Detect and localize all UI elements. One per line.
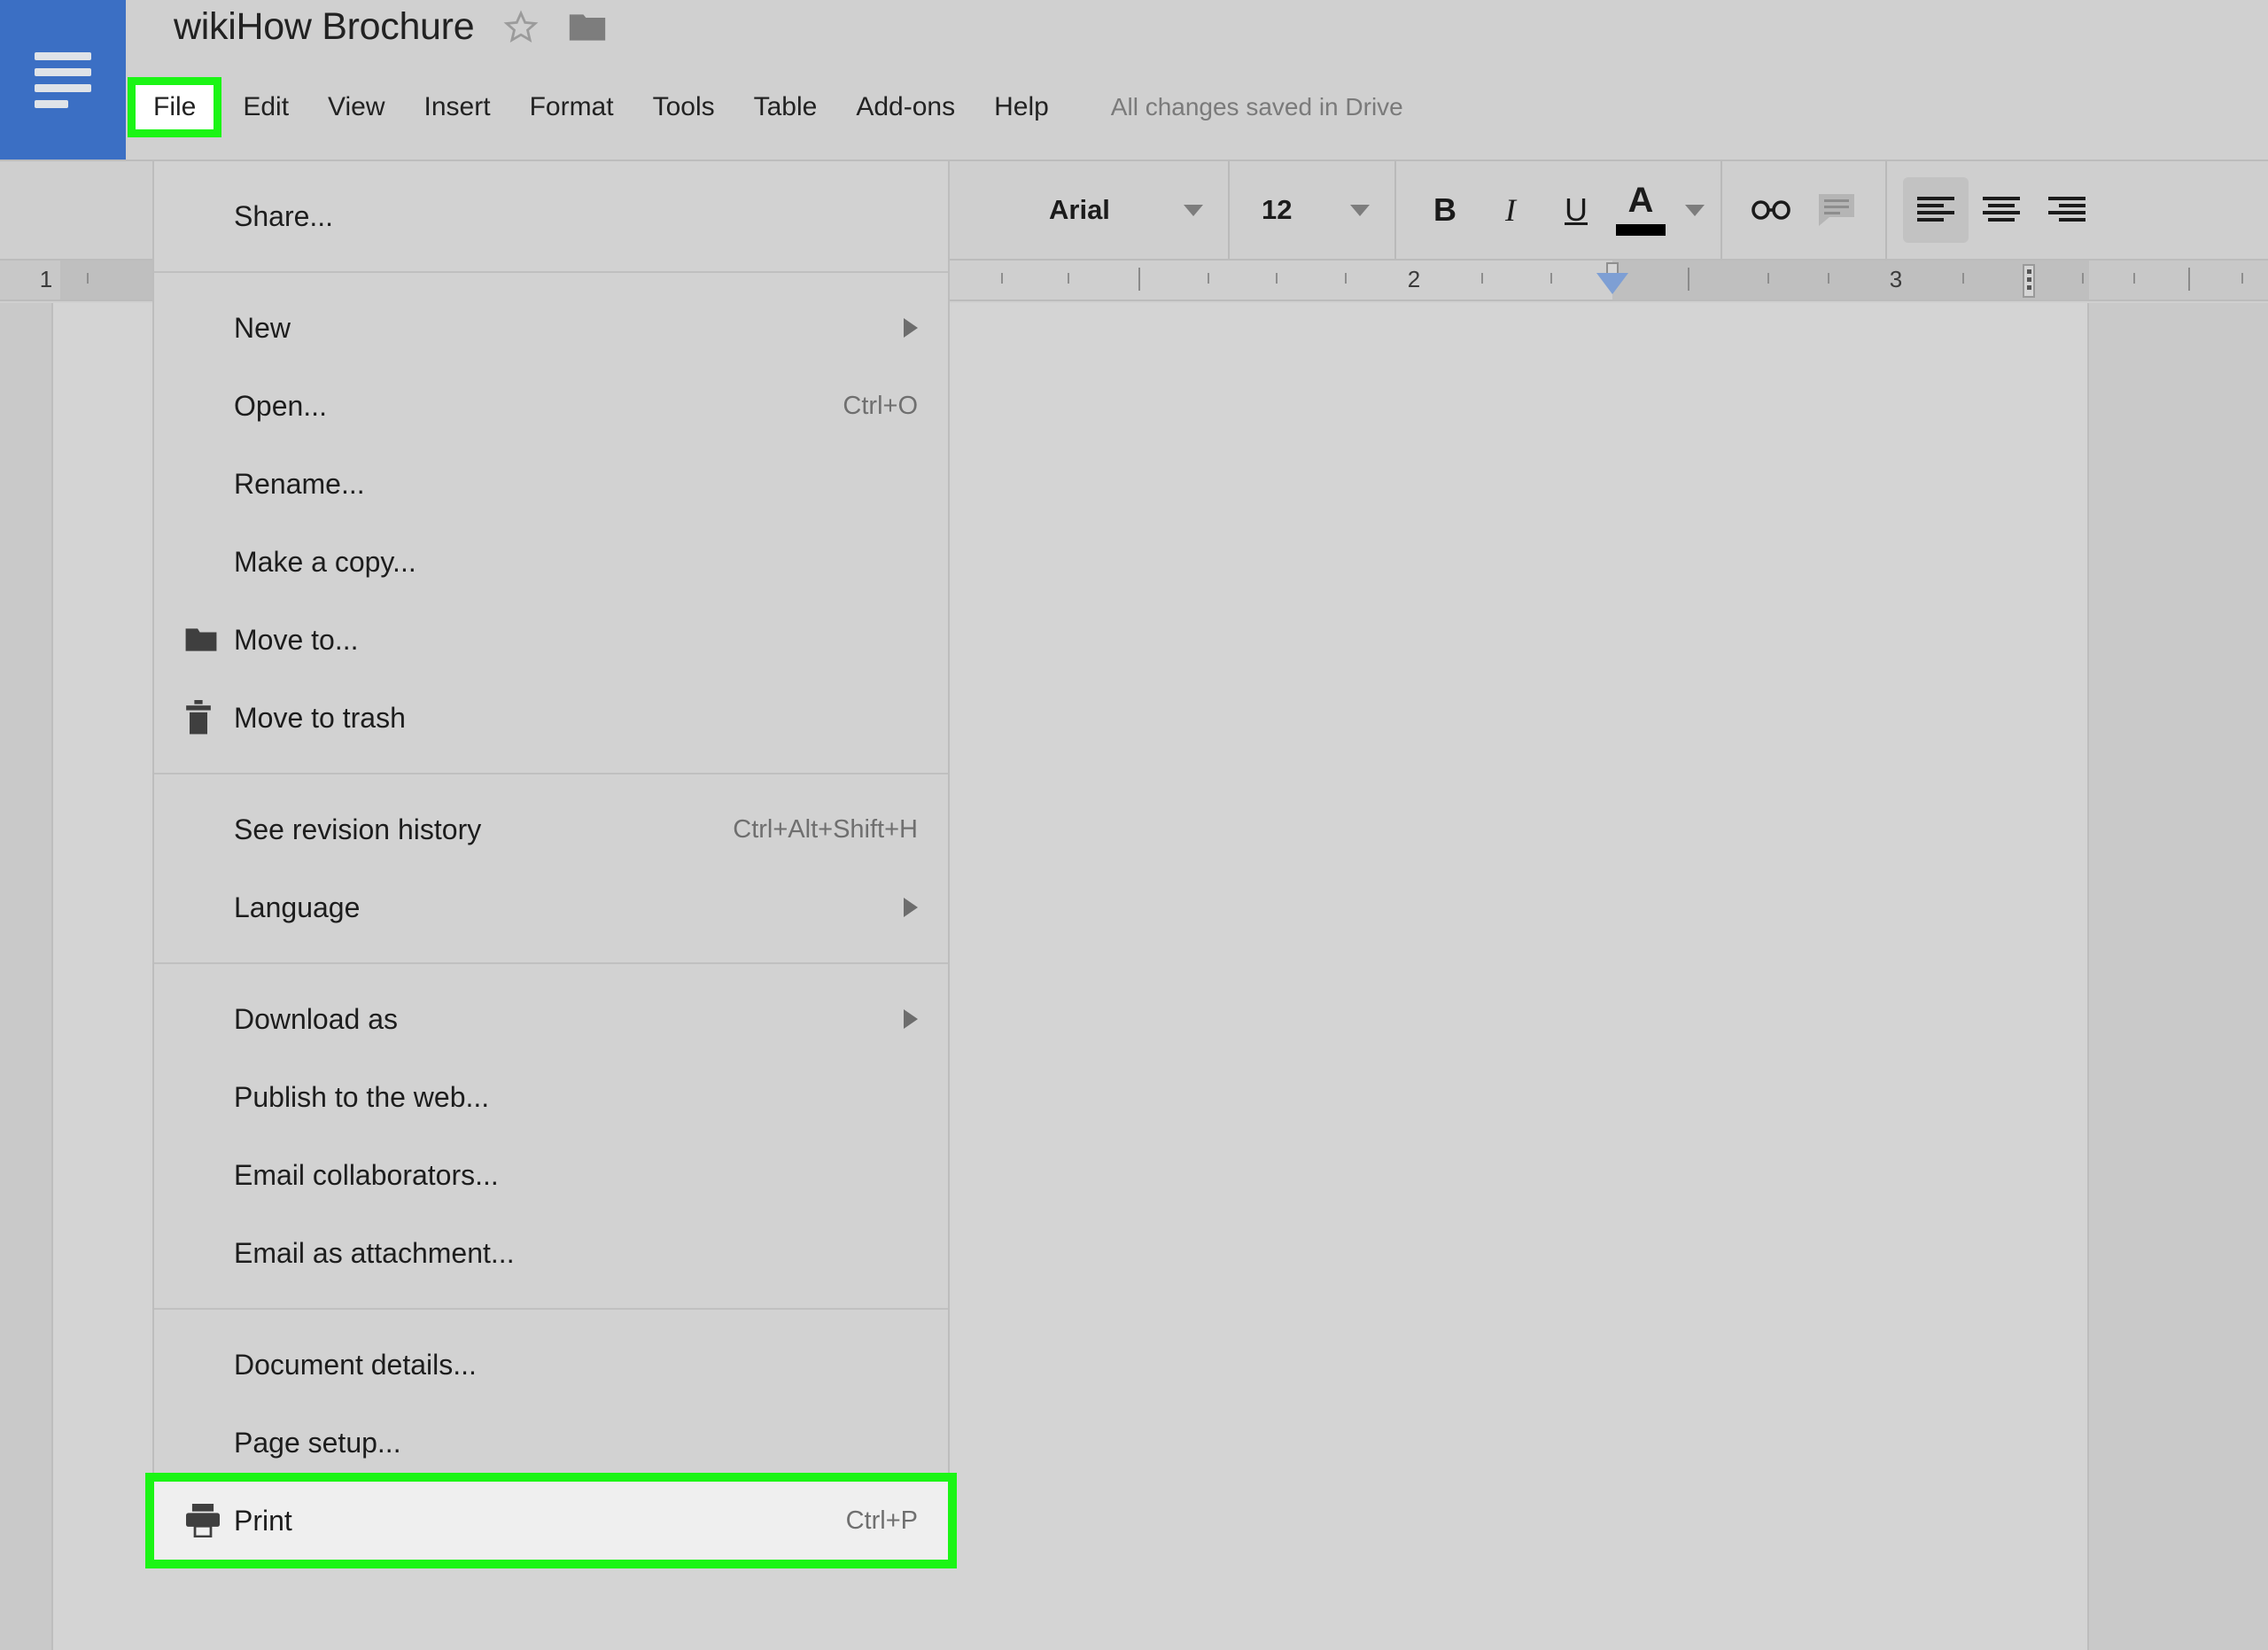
file-menu-dropdown: Share... New Open... Ctrl+O Rename... Ma… <box>145 160 957 1568</box>
menu-item-move-to-trash[interactable]: Move to trash <box>154 679 948 757</box>
menu-item-language[interactable]: Language <box>154 868 948 946</box>
menu-edit[interactable]: Edit <box>223 87 308 128</box>
font-family-value: Arial <box>1049 194 1110 225</box>
menu-item-label: Email collaborators... <box>234 1158 499 1191</box>
italic-button[interactable]: I <box>1478 177 1543 243</box>
ruler-number-2: 2 <box>1407 266 1421 292</box>
font-family-select[interactable]: Arial <box>1026 194 1212 226</box>
menu-item-shortcut: Ctrl+Alt+Shift+H <box>733 814 918 844</box>
header-bar: wikiHow Brochure File Edit View Insert F… <box>126 0 2268 160</box>
underline-button[interactable]: U <box>1543 177 1609 243</box>
menu-item-share[interactable]: Share... <box>154 177 948 255</box>
file-menu-group-2: New Open... Ctrl+O Rename... Make a copy… <box>154 273 948 774</box>
menu-item-label: Open... <box>234 389 327 422</box>
menu-item-label: Email as attachment... <box>234 1236 515 1269</box>
menu-item-make-a-copy[interactable]: Make a copy... <box>154 523 948 601</box>
title-row: wikiHow Brochure <box>174 5 607 49</box>
comment-icon[interactable] <box>1804 177 1869 243</box>
menu-insert[interactable]: Insert <box>405 87 510 128</box>
align-right-icon[interactable] <box>2034 177 2100 243</box>
menu-item-print[interactable]: Print Ctrl+P <box>145 1473 957 1568</box>
menu-item-see-revision-history[interactable]: See revision history Ctrl+Alt+Shift+H <box>154 790 948 868</box>
menu-item-label: Language <box>234 891 361 923</box>
insert-group <box>1722 161 1887 259</box>
menu-item-label: Make a copy... <box>234 545 416 578</box>
file-menu-group-3: See revision history Ctrl+Alt+Shift+H La… <box>154 774 948 964</box>
font-size-value: 12 <box>1262 194 1293 225</box>
save-status: All changes saved in Drive <box>1110 93 1403 121</box>
file-menu-group-5: Document details... Page setup... Print … <box>145 1310 957 1568</box>
left-indent-marker[interactable] <box>1596 273 1628 294</box>
menu-table[interactable]: Table <box>734 87 837 128</box>
align-center-icon[interactable] <box>1969 177 2034 243</box>
docs-home-logo[interactable] <box>0 0 126 160</box>
menu-item-open[interactable]: Open... Ctrl+O <box>154 367 948 445</box>
menu-item-label: Document details... <box>234 1348 477 1381</box>
text-color-label: A <box>1627 181 1654 220</box>
submenu-arrow-icon <box>904 898 918 917</box>
chevron-down-icon[interactable] <box>1685 204 1705 216</box>
menu-item-move-to[interactable]: Move to... <box>154 601 948 679</box>
align-left-icon[interactable] <box>1903 177 1969 243</box>
menu-help[interactable]: Help <box>975 87 1068 128</box>
folder-icon[interactable] <box>568 11 607 44</box>
text-style-group: B I U A <box>1396 161 1722 259</box>
file-menu-group-4: Download as Publish to the web... Email … <box>154 964 948 1310</box>
trash-icon <box>184 700 234 735</box>
bold-button[interactable]: B <box>1412 177 1478 243</box>
link-icon[interactable] <box>1738 177 1804 243</box>
menu-file[interactable]: File <box>127 77 222 137</box>
printer-icon <box>184 1504 234 1537</box>
menu-addons[interactable]: Add-ons <box>836 87 975 128</box>
menu-item-email-as-attachment[interactable]: Email as attachment... <box>154 1214 948 1292</box>
text-color-button[interactable]: A <box>1609 177 1673 243</box>
menu-item-shortcut: Ctrl+O <box>843 391 918 420</box>
google-docs-window: wikiHow Brochure File Edit View Insert F… <box>0 0 2268 1650</box>
menu-item-label: Download as <box>234 1002 398 1035</box>
menu-item-label: Move to... <box>234 623 359 656</box>
menu-view[interactable]: View <box>308 87 404 128</box>
menu-item-label: Print <box>234 1504 292 1537</box>
submenu-arrow-icon <box>904 318 918 338</box>
chevron-down-icon <box>1350 204 1370 216</box>
ruler-number-3: 3 <box>1889 266 1903 292</box>
alignment-group <box>1887 161 2116 259</box>
font-family-group: Arial <box>1010 161 1230 259</box>
menu-format[interactable]: Format <box>510 87 633 128</box>
menu-bar: File Edit View Insert Format Tools Table… <box>126 77 1403 137</box>
chevron-down-icon <box>1184 204 1203 216</box>
menu-item-publish-to-the-web[interactable]: Publish to the web... <box>154 1058 948 1136</box>
ruler-number-1: 1 <box>39 266 53 292</box>
menu-item-label: Move to trash <box>234 701 406 734</box>
file-menu-group-1: Share... <box>154 161 948 273</box>
folder-icon <box>184 626 234 654</box>
menu-item-label: See revision history <box>234 813 482 845</box>
menu-item-label: Share... <box>234 199 334 232</box>
text-color-swatch <box>1616 224 1666 236</box>
page-title[interactable]: wikiHow Brochure <box>174 5 475 49</box>
menu-item-shortcut: Ctrl+P <box>845 1506 918 1535</box>
menu-tools[interactable]: Tools <box>633 87 734 128</box>
menu-item-download-as[interactable]: Download as <box>154 980 948 1058</box>
star-outline-icon[interactable] <box>502 9 540 46</box>
menu-item-label: Rename... <box>234 467 365 500</box>
menu-item-email-collaborators[interactable]: Email collaborators... <box>154 1136 948 1214</box>
docs-lines-icon <box>35 51 91 108</box>
menu-item-rename[interactable]: Rename... <box>154 445 948 523</box>
font-size-group: 12 <box>1230 161 1396 259</box>
font-size-select[interactable]: 12 <box>1246 194 1379 226</box>
ruler-right-margin <box>1612 261 2089 300</box>
menu-item-page-setup[interactable]: Page setup... <box>154 1404 948 1482</box>
menu-item-label: New <box>234 311 291 344</box>
menu-item-label: Publish to the web... <box>234 1080 490 1113</box>
tab-stop-marker[interactable] <box>2023 264 2035 298</box>
submenu-arrow-icon <box>904 1009 918 1029</box>
menu-item-document-details[interactable]: Document details... <box>154 1326 948 1404</box>
menu-item-label: Page setup... <box>234 1426 401 1459</box>
menu-item-new[interactable]: New <box>154 289 948 367</box>
